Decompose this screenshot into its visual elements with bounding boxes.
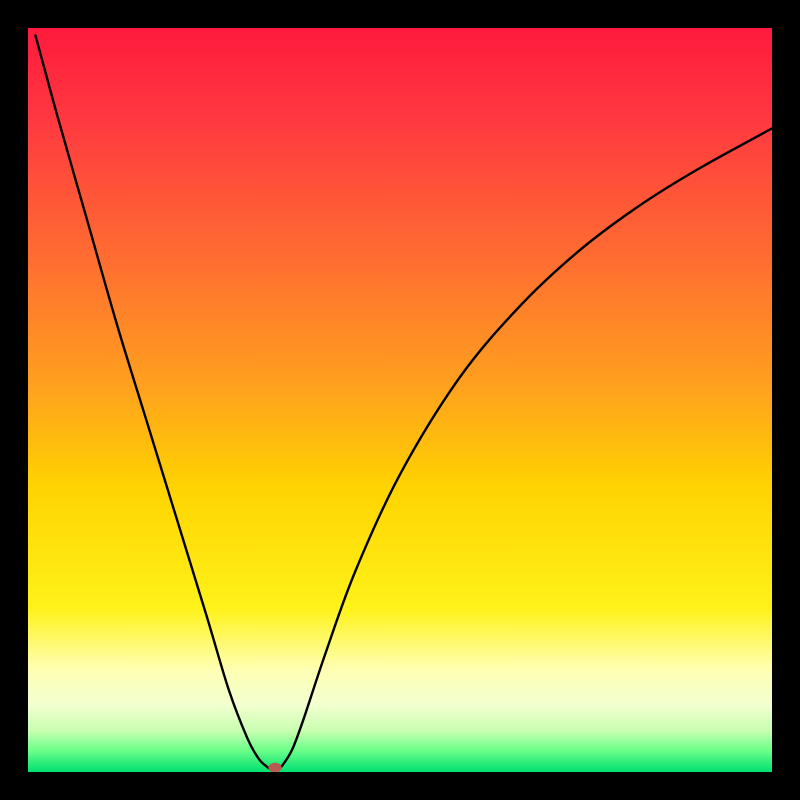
bottleneck-chart <box>28 28 772 772</box>
chart-frame: TheBottleneck.com <box>28 28 772 772</box>
minimum-marker <box>268 763 281 772</box>
